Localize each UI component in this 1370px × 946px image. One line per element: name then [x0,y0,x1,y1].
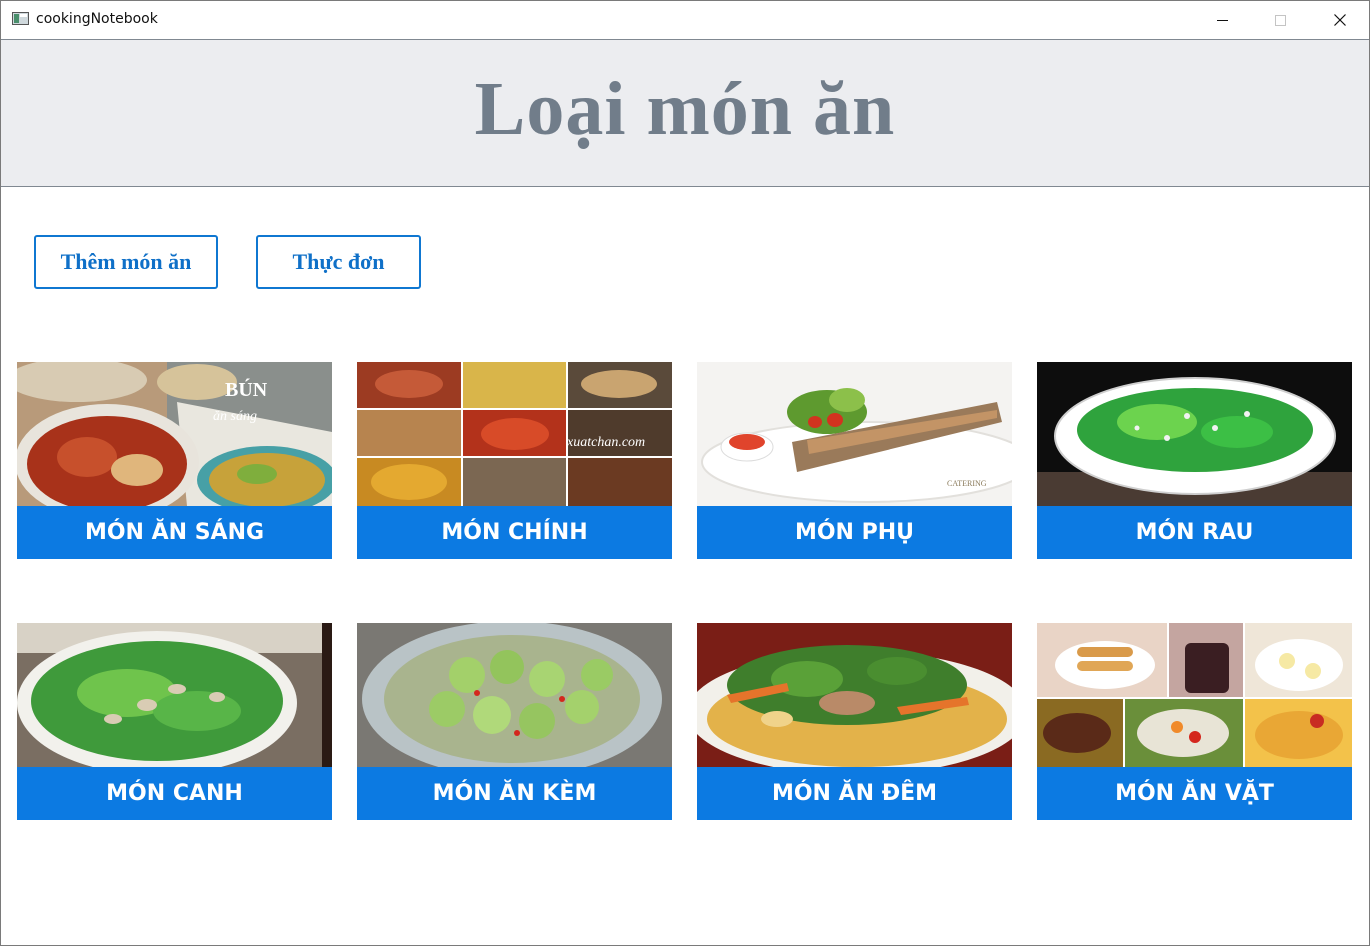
category-card-breakfast[interactable]: BÚN ăn sáng MÓN ĂN SÁNG [17,362,332,559]
app-window: cookingNotebook Loại món ăn Thêm món ăn … [0,0,1370,946]
category-label: MÓN CHÍNH [357,506,672,559]
category-photo [1037,362,1352,506]
category-photo: xuatchan.com [357,362,672,506]
title-bar[interactable]: cookingNotebook [1,1,1369,39]
maximize-button[interactable] [1251,1,1309,39]
close-icon [1334,14,1346,26]
category-photo [1037,623,1352,767]
menu-button[interactable]: Thực đơn [256,235,421,289]
photo-watermark: CATERING [947,479,987,488]
app-window-icon [12,12,29,25]
minimize-icon [1216,19,1228,21]
category-photo [697,623,1012,767]
category-card-accompaniment[interactable]: MÓN ĂN KÈM [357,623,672,820]
category-photo: CATERING [697,362,1012,506]
category-card-side[interactable]: CATERING MÓN PHỤ [697,362,1012,559]
category-label: MÓN ĂN KÈM [357,767,672,820]
category-photo [357,623,672,767]
category-label: MÓN ĂN ĐÊM [697,767,1012,820]
category-card-night[interactable]: MÓN ĂN ĐÊM [697,623,1012,820]
window-title: cookingNotebook [36,11,158,27]
page-title: Loại món ăn [474,67,896,151]
maximize-icon [1274,14,1286,26]
category-card-soup[interactable]: MÓN CANH [17,623,332,820]
category-card-vegetable[interactable]: MÓN RAU [1037,362,1352,559]
page-header: Loại món ăn [1,39,1369,187]
add-dish-button[interactable]: Thêm món ăn [34,235,218,289]
minimize-button[interactable] [1193,1,1251,39]
photo-caption: BÚN [225,377,268,401]
category-photo: BÚN ăn sáng [17,362,332,506]
category-label: MÓN ĂN VẶT [1037,767,1352,820]
photo-subcaption: ăn sáng [213,409,257,424]
category-photo [17,623,332,767]
category-label: MÓN CANH [17,767,332,820]
category-card-main[interactable]: xuatchan.com MÓN CHÍNH [357,362,672,559]
category-label: MÓN ĂN SÁNG [17,506,332,559]
category-label: MÓN PHỤ [697,506,1012,559]
category-label: MÓN RAU [1037,506,1352,559]
category-card-snack[interactable]: MÓN ĂN VẶT [1037,623,1352,820]
close-button[interactable] [1311,1,1369,39]
photo-watermark: xuatchan.com [566,435,645,450]
